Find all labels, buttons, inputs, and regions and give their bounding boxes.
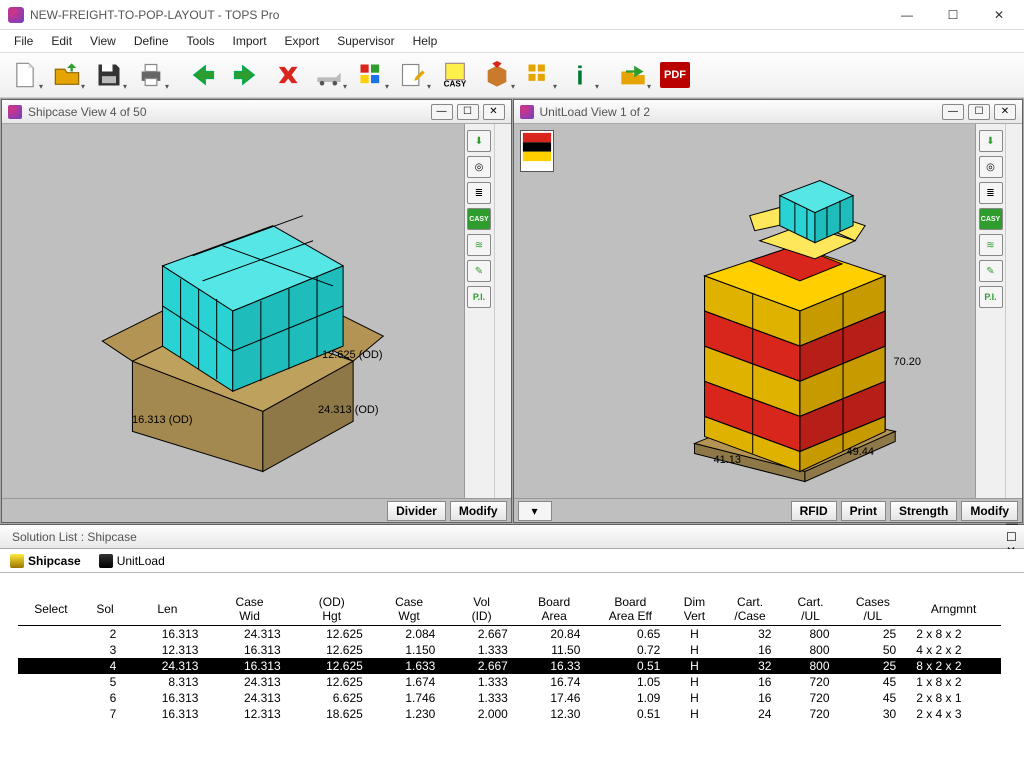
shipcase-title: Shipcase View 4 of 50 — [28, 105, 425, 119]
close-button[interactable]: ✕ — [976, 0, 1022, 30]
casy-icon[interactable]: CASY — [979, 208, 1003, 230]
solution-grid[interactable]: SelectSolLenCase Wid(OD) HgtCase WgtVol … — [0, 573, 1024, 767]
list-icon[interactable]: ≣ — [467, 182, 491, 204]
pi-icon[interactable]: P.I. — [467, 286, 491, 308]
menu-export[interactable]: Export — [277, 32, 328, 50]
svg-text:i: i — [576, 62, 583, 89]
unitload-canvas[interactable]: 41.13 49.44 70.20 — [554, 124, 976, 498]
shipcase-side-tools: ⬇ ◎ ≣ CASY ≋ ✎ P.I. — [464, 124, 494, 498]
shipcase-max-button[interactable]: ☐ — [457, 104, 479, 120]
casy-button[interactable]: CASY — [436, 58, 474, 92]
vehicle-button[interactable]: ▾ — [310, 58, 348, 92]
unitload-dim-len: 41.13 — [714, 454, 742, 466]
table-row[interactable]: 216.31324.31312.6252.0842.66720.840.65H3… — [18, 626, 1001, 643]
casy-icon[interactable]: CASY — [467, 208, 491, 230]
shipcase-modify-button[interactable]: Modify — [450, 501, 507, 521]
minimize-button[interactable]: — — [884, 0, 930, 30]
unitload-close-button[interactable]: ✕ — [994, 104, 1016, 120]
maximize-button[interactable]: ☐ — [930, 0, 976, 30]
package-button[interactable]: ▾ — [478, 58, 516, 92]
unitload-title: UnitLoad View 1 of 2 — [540, 105, 937, 119]
menu-tools[interactable]: Tools — [179, 32, 223, 50]
solution-title: Solution List : Shipcase — [12, 530, 1000, 544]
unitload-dim-hgt: 70.20 — [894, 356, 922, 368]
unitload-footer: ▾ RFID Print Strength Modify — [514, 498, 1023, 522]
menu-define[interactable]: Define — [126, 32, 177, 50]
window-title: NEW-FREIGHT-TO-POP-LAYOUT - TOPS Pro — [30, 8, 884, 22]
unitload-scrollbar[interactable] — [1005, 124, 1022, 498]
shipcase-dim-hgt: 12.625 (OD) — [322, 349, 383, 361]
grid-button[interactable]: ▾ — [520, 58, 558, 92]
rfid-button[interactable]: RFID — [791, 501, 837, 521]
shipcase-min-button[interactable]: — — [431, 104, 453, 120]
print-button[interactable]: ▾ — [132, 58, 170, 92]
export-button[interactable]: ▾ — [614, 58, 652, 92]
solution-min-button[interactable]: — — [1006, 516, 1018, 530]
shipcase-scrollbar[interactable] — [494, 124, 511, 498]
down-arrow-icon[interactable]: ⬇ — [979, 130, 1003, 152]
unitload-dim-wid: 49.44 — [847, 446, 875, 458]
info-button[interactable]: i▾ — [562, 58, 600, 92]
pager-icon[interactable]: ▾ — [518, 501, 552, 521]
shipcase-footer: Divider Modify — [2, 498, 511, 522]
strength-button[interactable]: Strength — [890, 501, 957, 521]
menu-supervisor[interactable]: Supervisor — [329, 32, 402, 50]
table-row[interactable]: 716.31312.31318.6251.2302.00012.300.51H2… — [18, 706, 1001, 722]
menu-import[interactable]: Import — [225, 32, 275, 50]
target-icon[interactable]: ◎ — [467, 156, 491, 178]
table-row[interactable]: 616.31324.3136.6251.7461.33317.461.09H16… — [18, 690, 1001, 706]
menu-edit[interactable]: Edit — [43, 32, 80, 50]
unitload-side-tools: ⬇ ◎ ≣ CASY ≋ ✎ P.I. — [975, 124, 1005, 498]
menu-file[interactable]: File — [6, 32, 41, 50]
tab-unitload[interactable]: UnitLoad — [93, 552, 171, 570]
open-button[interactable]: ▾ — [48, 58, 86, 92]
unitload-max-button[interactable]: ☐ — [968, 104, 990, 120]
solution-max-button[interactable]: ☐ — [1006, 530, 1018, 544]
solution-pane: Solution List : Shipcase — ☐ ✕ Shipcase … — [0, 524, 1024, 767]
table-row[interactable]: 58.31324.31312.6251.6741.33316.741.05H16… — [18, 674, 1001, 690]
workspace: Shipcase View 4 of 50 — ☐ ✕ — [0, 98, 1024, 524]
shipcase-canvas[interactable]: 16.313 (OD) 24.313 (OD) 12.625 (OD) — [2, 124, 464, 498]
shipcase-icon — [8, 105, 22, 119]
shipcase-dim-len: 16.313 (OD) — [132, 414, 193, 426]
svg-text:CASY: CASY — [444, 80, 467, 89]
pencil-icon[interactable]: ✎ — [979, 260, 1003, 282]
app-icon — [8, 7, 24, 23]
titlebar: NEW-FREIGHT-TO-POP-LAYOUT - TOPS Pro — ☐… — [0, 0, 1024, 30]
down-arrow-icon[interactable]: ⬇ — [467, 130, 491, 152]
delete-button[interactable] — [268, 58, 306, 92]
table-row[interactable]: 424.31316.31312.6251.6332.66716.330.51H3… — [18, 658, 1001, 674]
menubar: File Edit View Define Tools Import Expor… — [0, 30, 1024, 52]
target-icon[interactable]: ◎ — [979, 156, 1003, 178]
table-row[interactable]: 312.31316.31312.6251.1501.33311.500.72H1… — [18, 642, 1001, 658]
pencil-icon[interactable]: ✎ — [467, 260, 491, 282]
tab-shipcase[interactable]: Shipcase — [4, 552, 87, 570]
unitload-thumb[interactable] — [520, 130, 554, 172]
divider-button[interactable]: Divider — [387, 501, 446, 521]
menu-help[interactable]: Help — [405, 32, 446, 50]
layers-icon[interactable]: ≋ — [979, 234, 1003, 256]
solution-tabs: Shipcase UnitLoad — [0, 549, 1024, 573]
edit-note-button[interactable]: ▾ — [394, 58, 432, 92]
print-view-button[interactable]: Print — [841, 501, 886, 521]
prev-button[interactable] — [184, 58, 222, 92]
list-icon[interactable]: ≣ — [979, 182, 1003, 204]
save-button[interactable]: ▾ — [90, 58, 128, 92]
shipcase-pane: Shipcase View 4 of 50 — ☐ ✕ — [1, 99, 512, 523]
unitload-pane: UnitLoad View 1 of 2 — ☐ ✕ — [513, 99, 1024, 523]
pi-icon[interactable]: P.I. — [979, 286, 1003, 308]
next-button[interactable] — [226, 58, 264, 92]
shipcase-close-button[interactable]: ✕ — [483, 104, 505, 120]
palette-button[interactable]: ▾ — [352, 58, 390, 92]
menu-view[interactable]: View — [82, 32, 124, 50]
shipcase-dim-wid: 24.313 (OD) — [318, 404, 379, 416]
unitload-icon — [520, 105, 534, 119]
toolbar: ▾ ▾ ▾ ▾ ▾ ▾ ▾ CASY ▾ ▾ i▾ ▾ PDF — [0, 52, 1024, 98]
layers-icon[interactable]: ≋ — [467, 234, 491, 256]
new-button[interactable]: ▾ — [6, 58, 44, 92]
pdf-button[interactable]: PDF — [656, 58, 694, 92]
unitload-min-button[interactable]: — — [942, 104, 964, 120]
